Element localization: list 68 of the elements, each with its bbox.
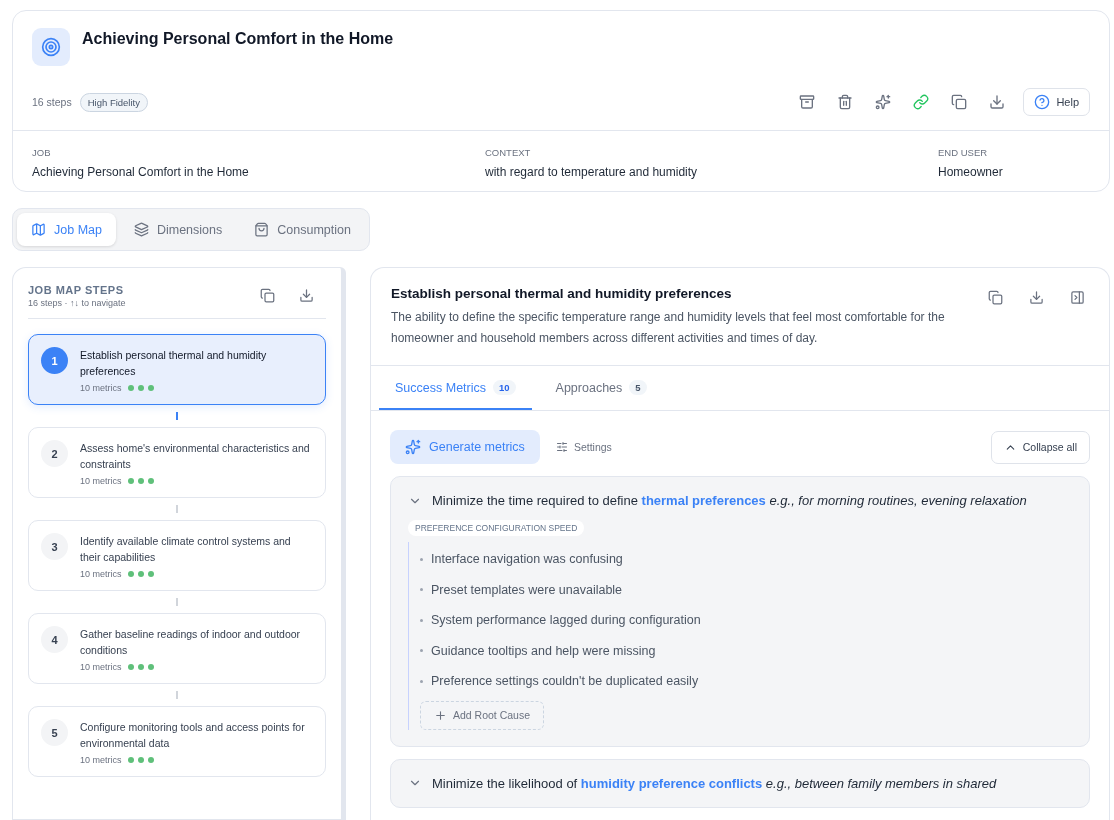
- sliders-icon: [555, 441, 568, 453]
- step-card[interactable]: 2 Assess home's environmental characteristics and constraints 10 metrics: [28, 427, 326, 498]
- fidelity-badge: High Fidelity: [79, 92, 148, 112]
- step-card[interactable]: 3 Identify available climate control systems and their capabilities 10 metrics: [28, 520, 326, 591]
- target-icon: [32, 28, 70, 66]
- collapse-all-button[interactable]: Collapse all: [990, 430, 1090, 464]
- field-label: JOB: [32, 147, 52, 158]
- bullet-icon: [420, 679, 423, 683]
- field-label: END USER: [938, 147, 989, 158]
- step-card[interactable]: 5 Configure monitoring tools and access points for environmental data 10 metrics: [28, 706, 326, 777]
- detail-tab[interactable]: Success Metrics 10: [379, 366, 532, 410]
- status-dots-icon: [127, 385, 154, 391]
- view-tab[interactable]: Consumption: [240, 213, 365, 246]
- settings-button[interactable]: Settings: [549, 440, 618, 454]
- step-number: 4: [41, 626, 68, 653]
- metrics-count: 10 metrics: [80, 569, 122, 579]
- metric-tag: PREFERENCE CONFIGURATION SPEED: [408, 520, 585, 536]
- steps-count: 16 steps: [32, 96, 72, 108]
- metrics-count: 10 metrics: [80, 662, 122, 672]
- bullet-icon: [420, 649, 423, 653]
- field-value: with regard to temperature and humidity: [485, 165, 699, 179]
- metrics-count: 10 metrics: [80, 755, 122, 765]
- metric-statement: Minimize the likelihood of humidity preference conflicts e.g., between family members in shared: [432, 775, 997, 791]
- status-dots-icon: [127, 757, 154, 763]
- metrics-count: 10 metrics: [80, 383, 122, 393]
- status-dots-icon: [127, 664, 154, 670]
- step-description: The ability to define the specific temperature range and humidity levels that feel most comfortable for the homeowner and household members across different activities and times of day.: [391, 309, 946, 347]
- field-value: Achieving Personal Comfort in the Home: [32, 165, 250, 179]
- help-icon: [1034, 94, 1051, 110]
- page-title: Achieving Personal Comfort in the Home: [82, 29, 394, 48]
- step-title: Gather baseline readings of indoor and outdoor conditions: [80, 627, 302, 658]
- map-icon: [31, 222, 46, 237]
- root-cause: System performance lagged during configuration: [431, 612, 701, 629]
- step-card[interactable]: 1 Establish personal thermal and humidity preferences 10 metrics: [28, 334, 326, 405]
- bag-icon: [254, 222, 270, 237]
- step-title: Configure monitoring tools and access points for environmental data: [80, 720, 306, 751]
- bullet-icon: [420, 588, 423, 592]
- bullet-icon: [420, 557, 423, 561]
- root-cause: Guidance tooltips and help were missing: [431, 642, 656, 660]
- step-number: 1: [41, 347, 68, 374]
- step-number: 3: [41, 533, 68, 560]
- metrics-count: 10 metrics: [80, 476, 122, 486]
- step-number: 5: [41, 719, 68, 746]
- panel-subtitle: 16 steps · ↑↓ to navigate: [28, 298, 126, 308]
- step-heading: Establish personal thermal and humidity preferences: [391, 286, 733, 301]
- bullet-icon: [420, 618, 423, 622]
- root-cause: Interface navigation was confusing: [431, 551, 623, 568]
- status-dots-icon: [127, 478, 154, 484]
- layers-icon: [133, 222, 149, 237]
- root-cause: Preset templates were unavailable: [431, 581, 623, 599]
- add-root-cause-button[interactable]: Add Root Cause: [420, 700, 545, 730]
- view-tab[interactable]: Dimensions: [119, 213, 237, 246]
- step-number: 2: [41, 440, 68, 467]
- step-title: Identify available climate control systems and their capabilities: [80, 534, 292, 565]
- view-tab[interactable]: Job Map: [17, 213, 116, 246]
- field-label: CONTEXT: [485, 147, 532, 158]
- step-title: Assess home's environmental characteristics and constraints: [80, 441, 311, 472]
- detail-tab[interactable]: Approaches 5: [539, 366, 663, 410]
- step-title: Establish personal thermal and humidity preferences: [80, 348, 268, 379]
- root-cause: Preference settings couldn't be duplicated easily: [431, 673, 699, 690]
- status-dots-icon: [127, 571, 154, 577]
- step-card[interactable]: 4 Gather baseline readings of indoor and outdoor conditions 10 metrics: [28, 613, 326, 684]
- metric-statement: Minimize the time required to define thermal preferences e.g., for morning routines, evening relaxation: [432, 493, 1027, 508]
- sparkles-icon: [405, 439, 421, 455]
- field-value: Homeowner: [938, 165, 1004, 179]
- panel-title: JOB MAP STEPS: [28, 284, 125, 296]
- help-button[interactable]: Help: [1023, 88, 1090, 116]
- plus-icon: [434, 708, 447, 722]
